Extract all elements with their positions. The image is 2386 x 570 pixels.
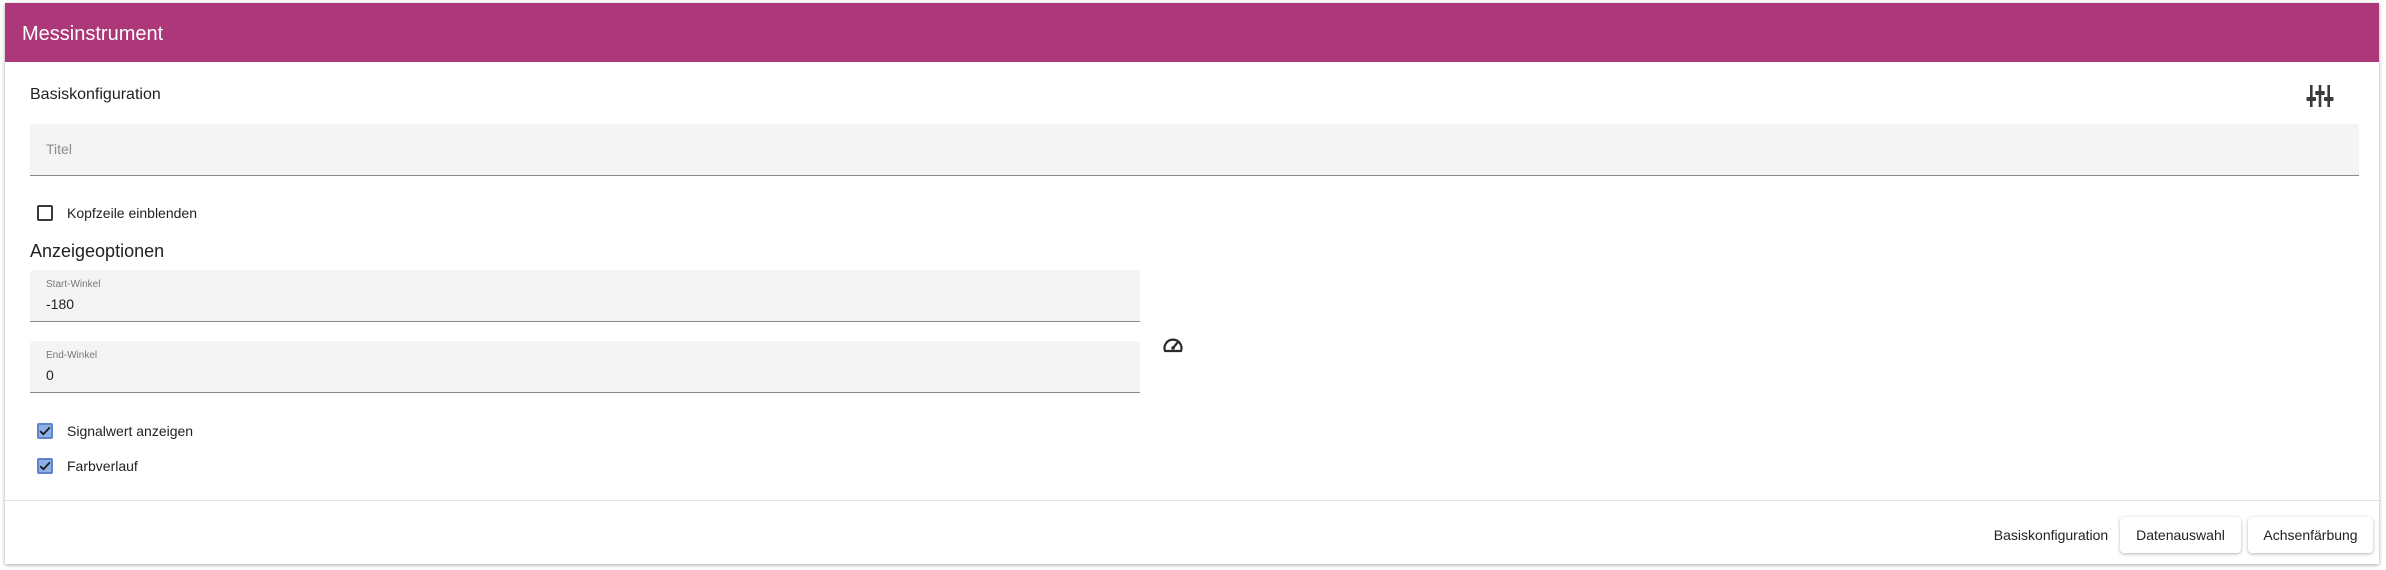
start-angle-value: -180 [46,296,75,312]
gauge-config-dialog: Messinstrument Basiskonfiguration Titel … [5,3,2379,564]
checkmark-icon [39,461,51,471]
end-angle-label: End-Winkel [46,350,98,361]
show-signal-value-checkbox[interactable] [37,423,53,439]
start-angle-label: Start-Winkel [46,279,101,290]
show-signal-value-checkbox-row[interactable]: Signalwert anzeigen [37,421,193,441]
start-angle-field[interactable]: Start-Winkel -180 [30,270,1140,322]
show-header-label: Kopfzeile einblenden [67,205,197,221]
color-gradient-checkbox-row[interactable]: Farbverlauf [37,456,138,476]
footer-divider [5,500,2379,501]
tune-sliders-icon[interactable] [2306,83,2334,109]
show-header-checkbox-row[interactable]: Kopfzeile einblenden [37,203,197,223]
section-title: Basiskonfiguration [30,86,161,103]
tab-basiskonfiguration[interactable]: Basiskonfiguration [1981,517,2121,553]
checkmark-icon [39,426,51,436]
end-angle-field[interactable]: End-Winkel 0 [30,341,1140,393]
gauge-icon [1162,336,1184,356]
dialog-header: Messinstrument [5,3,2379,62]
dialog-title: Messinstrument [22,23,164,45]
title-input[interactable]: Titel [30,124,2359,176]
show-header-checkbox[interactable] [37,205,53,221]
tab-achsenfaerbung[interactable]: Achsenfärbung [2248,517,2373,553]
end-angle-value: 0 [46,367,54,383]
color-gradient-label: Farbverlauf [67,458,138,474]
display-options-heading: Anzeigeoptionen [30,241,165,261]
show-signal-value-label: Signalwert anzeigen [67,423,194,439]
title-placeholder: Titel [46,141,72,157]
color-gradient-checkbox[interactable] [37,458,53,474]
tab-datenauswahl[interactable]: Datenauswahl [2120,517,2241,553]
